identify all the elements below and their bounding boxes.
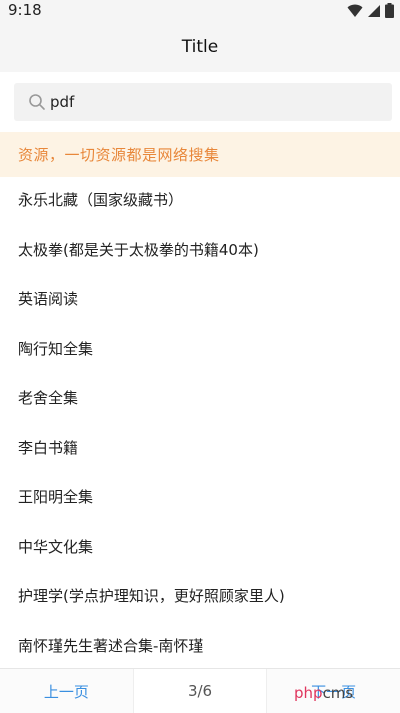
prev-page-button[interactable]: 上一页 [0,669,134,713]
page-indicator: 3/6 [187,682,213,700]
notice-text: 资源，一切资源都是网络搜集 [18,146,220,164]
pagination-bar: 上一页 3/6 下一页 [0,668,400,713]
title-bar: Title [0,22,400,72]
search-input[interactable] [50,87,380,117]
list-item[interactable]: 护理学(学点护理知识，更好照顾家里人) [0,573,400,623]
search-bar[interactable] [14,83,392,121]
notice-banner: 资源，一切资源都是网络搜集 [0,132,400,177]
list-item[interactable]: 英语阅读 [0,276,400,326]
battery-icon [385,3,394,18]
list-item-label: 老舍全集 [18,389,79,407]
list-item[interactable]: 老舍全集 [0,375,400,425]
list-item-label: 南怀瑾先生著述合集-南怀瑾 [18,636,204,655]
status-bar: 9:18 [0,0,400,22]
list-item-label: 永乐北藏（国家级藏书） [18,191,184,209]
list-item[interactable]: 南怀瑾先生著述合集-南怀瑾 [0,623,400,673]
list-item-label: 中华文化集 [18,537,94,556]
resource-list: 永乐北藏（国家级藏书） 太极拳(都是关于太极拳的书籍40本) 英语阅读 陶行知全… [0,177,400,672]
list-item[interactable]: 太极拳(都是关于太极拳的书籍40本) [0,227,400,277]
list-item[interactable]: 李白书籍 [0,425,400,475]
list-item-label: 陶行知全集 [18,339,94,358]
list-item-label: 李白书籍 [18,438,79,457]
list-item[interactable]: 陶行知全集 [0,326,400,376]
list-item-label: 英语阅读 [18,290,79,308]
page-title: Title [181,37,219,57]
search-icon [29,94,45,110]
signal-icon [368,4,380,17]
list-item[interactable]: 中华文化集 [0,524,400,574]
list-item[interactable]: 永乐北藏（国家级藏书） [0,177,400,227]
next-page-button[interactable]: 下一页 [266,669,400,713]
list-item-label: 王阳明全集 [18,488,94,506]
status-time: 9:18 [8,1,42,19]
wifi-icon [347,4,363,17]
list-item-label: 护理学(学点护理知识，更好照顾家里人) [18,587,285,605]
status-icons [347,3,394,18]
list-item[interactable]: 王阳明全集 [0,474,400,524]
list-item-label: 太极拳(都是关于太极拳的书籍40本) [18,240,259,259]
